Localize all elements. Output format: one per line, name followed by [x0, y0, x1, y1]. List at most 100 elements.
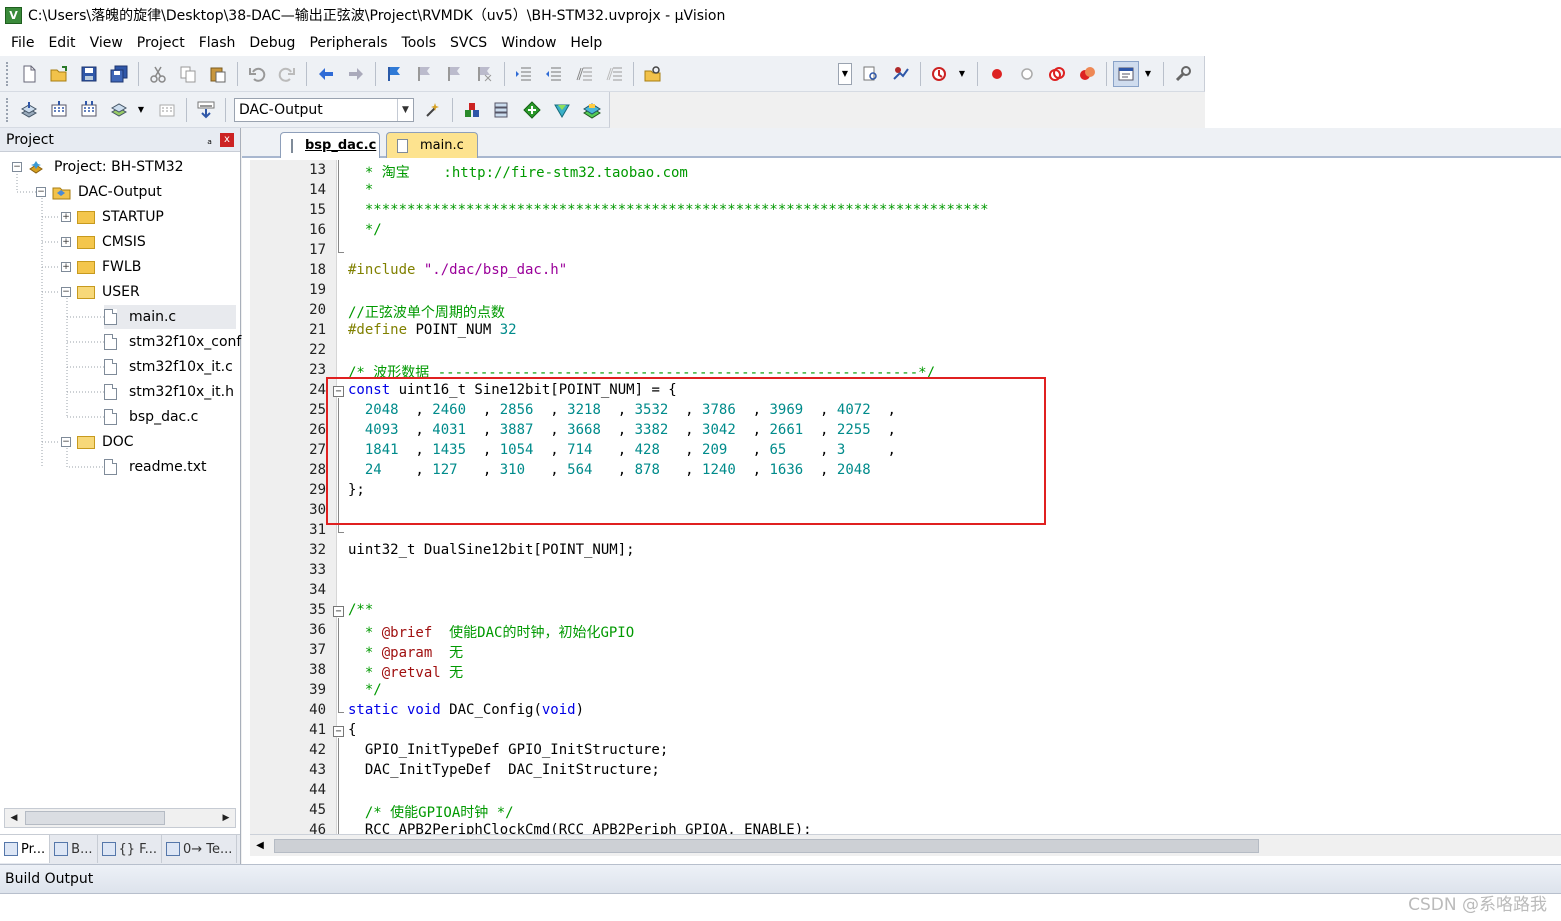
navigate-forward-icon[interactable] — [343, 61, 369, 87]
code-line[interactable]: const uint16_t Sine12bit[POINT_NUM] = { — [348, 382, 677, 398]
select-packs-icon[interactable] — [489, 97, 515, 123]
software-packs-icon[interactable] — [579, 97, 605, 123]
expand-icon[interactable]: + — [61, 262, 71, 272]
scrollbar-thumb[interactable] — [274, 839, 1259, 853]
tree-item-stm32f10x-it-h[interactable]: stm32f10x_it.h — [104, 380, 234, 404]
code-line[interactable]: * 淘宝 :http://fire-stm32.taobao.com — [348, 162, 688, 182]
menu-edit[interactable]: Edit — [41, 30, 82, 56]
indent-icon[interactable] — [511, 61, 537, 87]
fold-toggle-icon[interactable]: − — [333, 606, 344, 617]
new-file-icon[interactable] — [16, 61, 42, 87]
batch-build-icon[interactable] — [106, 97, 132, 123]
code-line[interactable]: { — [348, 722, 356, 738]
unindent-icon[interactable] — [541, 61, 567, 87]
code-line[interactable]: uint32_t DualSine12bit[POINT_NUM]; — [348, 542, 635, 558]
open-file-icon[interactable] — [46, 61, 72, 87]
scrollbar-thumb[interactable] — [25, 811, 165, 825]
collapse-icon[interactable]: − — [12, 162, 22, 172]
scroll-left-icon[interactable]: ◀ — [250, 836, 270, 856]
expand-icon[interactable]: + — [61, 212, 71, 222]
comment-icon[interactable] — [571, 61, 597, 87]
batch-build-dropdown-arrow[interactable]: ▼ — [134, 99, 148, 121]
bookmark-next-icon[interactable] — [442, 61, 468, 87]
pack-installer-icon[interactable] — [549, 97, 575, 123]
find-in-files-icon[interactable] — [640, 61, 666, 87]
menu-help[interactable]: Help — [563, 30, 609, 56]
manage-rte-icon[interactable] — [519, 97, 545, 123]
menu-file[interactable]: File — [4, 30, 41, 56]
code-line[interactable]: GPIO_InitTypeDef GPIO_InitStructure; — [348, 742, 668, 758]
scroll-left-icon[interactable]: ◀ — [5, 809, 23, 827]
code-line[interactable]: DAC_InitTypeDef DAC_InitStructure; — [348, 762, 660, 778]
expand-icon[interactable]: + — [61, 237, 71, 247]
bookmark-toggle-icon[interactable] — [382, 61, 408, 87]
code-line[interactable]: static void DAC_Config(void) — [348, 702, 584, 718]
menu-tools[interactable]: Tools — [395, 30, 444, 56]
rebuild-icon[interactable] — [76, 97, 102, 123]
toolbar-grip[interactable] — [6, 97, 10, 122]
panel-tab-templates[interactable]: 0→ Te... — [162, 835, 238, 863]
find-combo-arrow[interactable]: ▼ — [838, 62, 852, 85]
tree-item-cmsis[interactable]: + CMSIS — [61, 230, 146, 254]
target-options-icon[interactable] — [420, 97, 446, 123]
tree-item-fwlb[interactable]: + FWLB — [61, 255, 141, 279]
window-layout-dropdown-arrow[interactable]: ▼ — [1141, 63, 1155, 85]
code-line[interactable]: */ — [348, 682, 382, 698]
collapse-icon[interactable]: − — [36, 187, 46, 197]
tree-item-stm32f10x-conf[interactable]: stm32f10x_conf — [104, 330, 241, 354]
code-line[interactable]: /* 波形数据 --------------------------------… — [348, 362, 935, 382]
scroll-right-icon[interactable]: ▶ — [217, 809, 235, 827]
editor-horizontal-scrollbar[interactable]: ◀ — [250, 834, 1561, 856]
breakpoint-disable-all-icon[interactable] — [1044, 61, 1070, 87]
menu-project[interactable]: Project — [130, 30, 192, 56]
code-line[interactable]: RCC_APB2PeriphClockCmd(RCC_APB2Periph_GP… — [348, 822, 812, 834]
target-select[interactable]: DAC-Output ▼ — [234, 97, 414, 122]
code-line[interactable]: * — [348, 182, 373, 198]
debug-dropdown-arrow[interactable]: ▼ — [955, 63, 969, 85]
breakpoint-insert-icon[interactable] — [984, 61, 1010, 87]
download-load-icon[interactable] — [193, 97, 219, 123]
tree-item-main-c[interactable]: main.c — [104, 305, 236, 329]
find-icon[interactable] — [858, 61, 884, 87]
code-line[interactable]: * @param 无 — [348, 642, 463, 662]
close-icon[interactable]: x — [220, 132, 234, 147]
redo-icon[interactable] — [274, 61, 300, 87]
incremental-find-icon[interactable] — [888, 61, 914, 87]
debug-session-icon[interactable] — [927, 61, 953, 87]
bookmark-prev-icon[interactable] — [412, 61, 438, 87]
tree-item-stm32f10x-it-c[interactable]: stm32f10x_it.c — [104, 355, 233, 379]
build-icon[interactable] — [46, 97, 72, 123]
panel-tab-project[interactable]: Pr... — [0, 835, 51, 863]
collapse-icon[interactable]: − — [61, 287, 71, 297]
window-layout-icon[interactable] — [1113, 60, 1139, 87]
fold-toggle-icon[interactable]: − — [333, 386, 344, 397]
code-line[interactable]: //正弦波单个周期的点数 — [348, 302, 505, 322]
stop-build-icon[interactable] — [154, 97, 180, 123]
project-panel-scrollbar[interactable]: ◀ ▶ — [4, 808, 236, 828]
chevron-down-icon[interactable]: ▼ — [397, 98, 413, 121]
code-line[interactable]: * @brief 使能DAC的时钟，初始化GPIO — [348, 622, 634, 642]
navigate-back-icon[interactable] — [313, 61, 339, 87]
code-line[interactable]: 1841 , 1435 , 1054 , 714 , 428 , 209 , 6… — [348, 442, 896, 458]
tree-item-bsp-dac-c[interactable]: bsp_dac.c — [104, 405, 198, 429]
menu-peripherals[interactable]: Peripherals — [302, 30, 394, 56]
undo-icon[interactable] — [244, 61, 270, 87]
code-line[interactable]: 2048 , 2460 , 2856 , 3218 , 3532 , 3786 … — [348, 402, 896, 418]
paste-icon[interactable] — [205, 61, 231, 87]
copy-icon[interactable] — [175, 61, 201, 87]
pin-icon[interactable]: ₐ — [207, 133, 212, 147]
menu-svcs[interactable]: SVCS — [443, 30, 494, 56]
tab-bsp-dac-c[interactable]: bsp_dac.c — [280, 132, 380, 158]
tree-item-startup[interactable]: + STARTUP — [61, 205, 164, 229]
menu-debug[interactable]: Debug — [242, 30, 302, 56]
collapse-icon[interactable]: − — [61, 437, 71, 447]
code-line[interactable]: */ — [348, 222, 382, 238]
tab-main-c[interactable]: main.c — [386, 132, 478, 158]
panel-tab-functions[interactable]: {} F... — [98, 835, 162, 863]
toolbar-grip[interactable] — [6, 61, 10, 86]
menu-view[interactable]: View — [83, 30, 130, 56]
manage-project-items-icon[interactable] — [459, 97, 485, 123]
tree-item-doc[interactable]: − DOC — [61, 430, 134, 454]
code-line[interactable]: ****************************************… — [348, 202, 989, 218]
tree-item-project-bh-stm32[interactable]: − Project: BH-STM32 — [12, 155, 184, 179]
